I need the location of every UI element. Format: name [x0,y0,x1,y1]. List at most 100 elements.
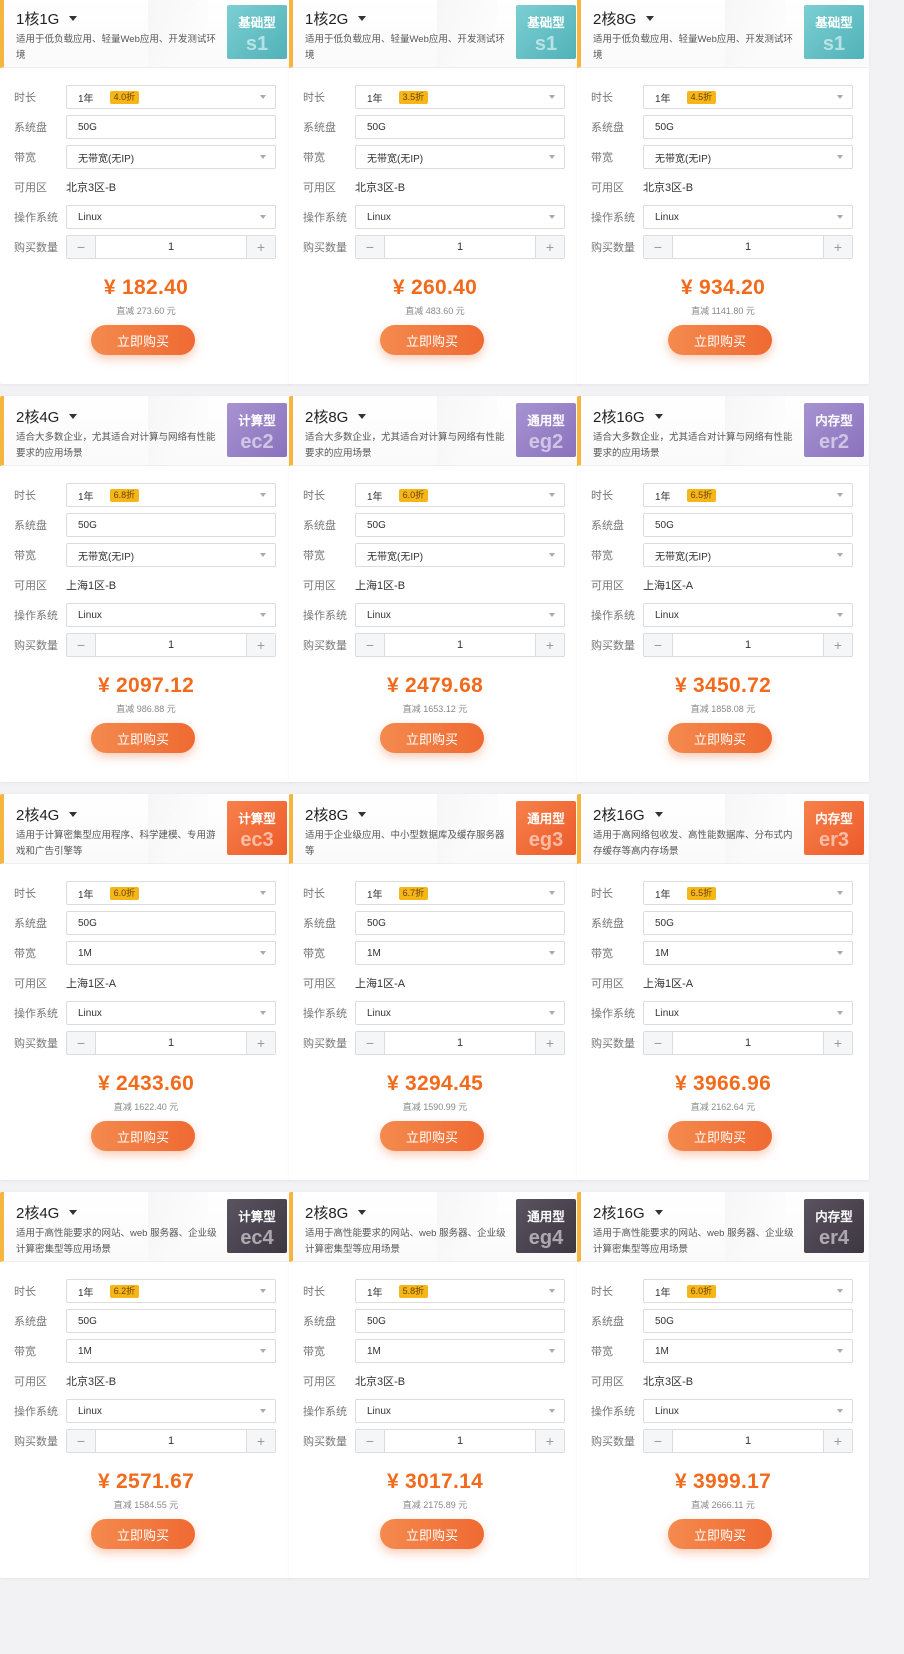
spec-selector[interactable]: 2核8G [593,8,655,29]
quantity-input[interactable]: 1 [95,236,247,258]
spec-selector[interactable]: 2核4G [16,406,78,427]
decrement-button[interactable]: − [356,1430,384,1452]
os-select[interactable]: Linux [66,603,276,627]
quantity-input[interactable]: 1 [384,634,536,656]
quantity-input[interactable]: 1 [384,1032,536,1054]
buy-now-button[interactable]: 立即购买 [668,723,772,753]
disk-input[interactable]: 50G [355,911,565,935]
duration-select[interactable]: 1年 6.7折 [355,881,565,905]
increment-button[interactable]: + [536,236,564,258]
spec-selector[interactable]: 1核1G [16,8,78,29]
os-select[interactable]: Linux [643,603,853,627]
decrement-button[interactable]: − [644,1032,672,1054]
bandwidth-select[interactable]: 无带宽(无IP) [355,145,565,169]
increment-button[interactable]: + [824,1032,852,1054]
disk-input[interactable]: 50G [643,1309,853,1333]
os-select[interactable]: Linux [66,1001,276,1025]
spec-selector[interactable]: 2核16G [593,406,663,427]
bandwidth-select[interactable]: 无带宽(无IP) [643,543,853,567]
decrement-button[interactable]: − [67,1430,95,1452]
disk-input[interactable]: 50G [355,115,565,139]
os-select[interactable]: Linux [355,205,565,229]
quantity-input[interactable]: 1 [672,1430,824,1452]
duration-select[interactable]: 1年 6.5折 [643,483,853,507]
decrement-button[interactable]: − [644,1430,672,1452]
quantity-input[interactable]: 1 [672,634,824,656]
buy-now-button[interactable]: 立即购买 [668,1121,772,1151]
increment-button[interactable]: + [536,1430,564,1452]
buy-now-button[interactable]: 立即购买 [668,325,772,355]
os-select[interactable]: Linux [66,1399,276,1423]
buy-now-button[interactable]: 立即购买 [91,723,195,753]
bandwidth-select[interactable]: 1M [643,941,853,965]
disk-input[interactable]: 50G [355,1309,565,1333]
quantity-input[interactable]: 1 [95,1430,247,1452]
spec-selector[interactable]: 2核8G [305,804,367,825]
duration-select[interactable]: 1年 6.5折 [643,881,853,905]
increment-button[interactable]: + [247,1430,275,1452]
bandwidth-select[interactable]: 无带宽(无IP) [643,145,853,169]
disk-input[interactable]: 50G [643,911,853,935]
duration-select[interactable]: 1年 6.0折 [355,483,565,507]
bandwidth-select[interactable]: 1M [643,1339,853,1363]
spec-selector[interactable]: 2核4G [16,804,78,825]
disk-input[interactable]: 50G [66,513,276,537]
duration-select[interactable]: 1年 6.0折 [643,1279,853,1303]
decrement-button[interactable]: − [356,1032,384,1054]
bandwidth-select[interactable]: 无带宽(无IP) [355,543,565,567]
duration-select[interactable]: 1年 6.8折 [66,483,276,507]
increment-button[interactable]: + [536,1032,564,1054]
increment-button[interactable]: + [824,236,852,258]
decrement-button[interactable]: − [67,236,95,258]
bandwidth-select[interactable]: 无带宽(无IP) [66,145,276,169]
duration-select[interactable]: 1年 5.8折 [355,1279,565,1303]
spec-selector[interactable]: 2核8G [305,1202,367,1223]
duration-select[interactable]: 1年 6.2折 [66,1279,276,1303]
buy-now-button[interactable]: 立即购买 [91,1121,195,1151]
decrement-button[interactable]: − [67,1032,95,1054]
disk-input[interactable]: 50G [643,115,853,139]
os-select[interactable]: Linux [643,205,853,229]
quantity-input[interactable]: 1 [95,634,247,656]
os-select[interactable]: Linux [355,1399,565,1423]
buy-now-button[interactable]: 立即购买 [380,723,484,753]
spec-selector[interactable]: 1核2G [305,8,367,29]
duration-select[interactable]: 1年 4.5折 [643,85,853,109]
disk-input[interactable]: 50G [355,513,565,537]
disk-input[interactable]: 50G [66,1309,276,1333]
spec-selector[interactable]: 2核8G [305,406,367,427]
increment-button[interactable]: + [824,1430,852,1452]
decrement-button[interactable]: − [356,236,384,258]
bandwidth-select[interactable]: 1M [66,941,276,965]
disk-input[interactable]: 50G [66,911,276,935]
increment-button[interactable]: + [824,634,852,656]
increment-button[interactable]: + [247,634,275,656]
decrement-button[interactable]: − [644,634,672,656]
increment-button[interactable]: + [247,1032,275,1054]
os-select[interactable]: Linux [66,205,276,229]
increment-button[interactable]: + [536,634,564,656]
buy-now-button[interactable]: 立即购买 [380,1519,484,1549]
bandwidth-select[interactable]: 1M [355,1339,565,1363]
increment-button[interactable]: + [247,236,275,258]
spec-selector[interactable]: 2核16G [593,1202,663,1223]
decrement-button[interactable]: − [356,634,384,656]
buy-now-button[interactable]: 立即购买 [380,1121,484,1151]
os-select[interactable]: Linux [355,603,565,627]
os-select[interactable]: Linux [355,1001,565,1025]
decrement-button[interactable]: − [644,236,672,258]
spec-selector[interactable]: 2核16G [593,804,663,825]
quantity-input[interactable]: 1 [384,236,536,258]
buy-now-button[interactable]: 立即购买 [668,1519,772,1549]
os-select[interactable]: Linux [643,1001,853,1025]
disk-input[interactable]: 50G [643,513,853,537]
bandwidth-select[interactable]: 1M [66,1339,276,1363]
buy-now-button[interactable]: 立即购买 [380,325,484,355]
quantity-input[interactable]: 1 [95,1032,247,1054]
bandwidth-select[interactable]: 无带宽(无IP) [66,543,276,567]
duration-select[interactable]: 1年 6.0折 [66,881,276,905]
decrement-button[interactable]: − [67,634,95,656]
buy-now-button[interactable]: 立即购买 [91,325,195,355]
buy-now-button[interactable]: 立即购买 [91,1519,195,1549]
os-select[interactable]: Linux [643,1399,853,1423]
